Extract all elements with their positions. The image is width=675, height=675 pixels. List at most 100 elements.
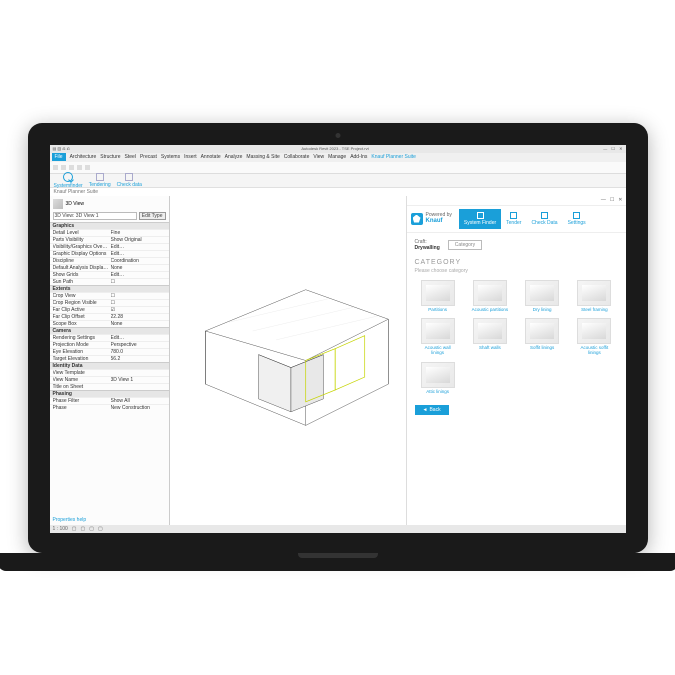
- property-value[interactable]: 56.2: [111, 356, 166, 362]
- property-value[interactable]: Edit…: [111, 272, 166, 278]
- menu-systems[interactable]: Systems: [161, 154, 180, 160]
- property-row[interactable]: Show GridsEdit…: [50, 271, 169, 278]
- status-icon[interactable]: ▢: [81, 526, 86, 532]
- property-value[interactable]: Coordination: [111, 258, 166, 264]
- property-row[interactable]: Target Elevation56.2: [50, 355, 169, 362]
- menu-knauf[interactable]: Knauf Planner Suite: [371, 154, 415, 160]
- property-value[interactable]: 22.28: [111, 314, 166, 320]
- property-row[interactable]: Eye Elevation780.0: [50, 348, 169, 355]
- property-row[interactable]: Far Clip Active☑: [50, 306, 169, 313]
- status-icon[interactable]: ▢: [89, 526, 94, 532]
- property-row[interactable]: Phase FilterShow All: [50, 397, 169, 404]
- property-value[interactable]: 3D View 1: [111, 377, 166, 383]
- tab-system-finder[interactable]: System Finder: [459, 209, 501, 229]
- property-value[interactable]: ☐: [111, 279, 166, 285]
- property-row[interactable]: Detail LevelFine: [50, 229, 169, 236]
- tab-check-data[interactable]: Check Data: [526, 209, 562, 229]
- property-value[interactable]: Edit…: [111, 244, 166, 250]
- category-item[interactable]: Acoustic wall linings: [415, 318, 461, 356]
- category-item[interactable]: Acoustic partitions: [467, 280, 513, 313]
- tendering-icon[interactable]: [96, 173, 104, 181]
- property-value[interactable]: Perspective: [111, 342, 166, 348]
- property-section[interactable]: Identity Data: [50, 362, 169, 369]
- property-row[interactable]: Crop Region Visible☐: [50, 299, 169, 306]
- property-value[interactable]: New Construction: [111, 405, 166, 411]
- property-row[interactable]: Crop View☐: [50, 292, 169, 299]
- property-row[interactable]: View Template: [50, 369, 169, 376]
- property-value[interactable]: Edit…: [111, 251, 166, 257]
- category-item[interactable]: Acoustic soffit linings: [571, 318, 617, 356]
- property-row[interactable]: Scope BoxNone: [50, 320, 169, 327]
- plugin-minimize-button[interactable]: —: [601, 197, 606, 203]
- property-value[interactable]: Edit…: [111, 335, 166, 341]
- properties-help-link[interactable]: Properties help: [50, 515, 169, 525]
- property-section[interactable]: Extents: [50, 285, 169, 292]
- properties-list[interactable]: GraphicsDetail LevelFineParts Visibility…: [50, 222, 169, 515]
- property-row[interactable]: DisciplineCoordination: [50, 257, 169, 264]
- property-section[interactable]: Graphics: [50, 222, 169, 229]
- ribbon-icon[interactable]: [85, 165, 90, 170]
- property-row[interactable]: Parts VisibilityShow Original: [50, 236, 169, 243]
- edit-type-button[interactable]: Edit Type: [139, 212, 166, 220]
- menu-collaborate[interactable]: Collaborate: [284, 154, 310, 160]
- menu-manage[interactable]: Manage: [328, 154, 346, 160]
- status-icon[interactable]: ▢: [98, 526, 103, 532]
- property-value[interactable]: Fine: [111, 230, 166, 236]
- ribbon-icon[interactable]: [53, 165, 58, 170]
- property-row[interactable]: Far Clip Offset22.28: [50, 313, 169, 320]
- menu-file[interactable]: File: [52, 153, 66, 161]
- ribbon-icon[interactable]: [77, 165, 82, 170]
- category-item[interactable]: Steel framing: [571, 280, 617, 313]
- property-section[interactable]: Camera: [50, 327, 169, 334]
- property-value[interactable]: None: [111, 265, 166, 271]
- status-icon[interactable]: ▢: [72, 526, 77, 532]
- property-row[interactable]: View Name3D View 1: [50, 376, 169, 383]
- menu-massing[interactable]: Massing & Site: [246, 154, 279, 160]
- property-value[interactable]: ☐: [111, 300, 166, 306]
- property-value[interactable]: Show Original: [111, 237, 166, 243]
- property-row[interactable]: Graphic Display OptionsEdit…: [50, 250, 169, 257]
- menu-analyze[interactable]: Analyze: [225, 154, 243, 160]
- tab-settings[interactable]: Settings: [563, 209, 591, 229]
- menu-steel[interactable]: Steel: [125, 154, 136, 160]
- property-value[interactable]: 780.0: [111, 349, 166, 355]
- property-row[interactable]: PhaseNew Construction: [50, 404, 169, 411]
- type-dropdown[interactable]: 3D View: 3D View 1: [53, 212, 137, 220]
- category-item[interactable]: Dry lining: [519, 280, 565, 313]
- ribbon-icon[interactable]: [61, 165, 66, 170]
- close-button[interactable]: ✕: [619, 146, 622, 151]
- property-row[interactable]: Rendering SettingsEdit…: [50, 334, 169, 341]
- systemfinder-icon[interactable]: [63, 172, 73, 182]
- scale-label[interactable]: 1 : 100: [53, 526, 68, 532]
- property-row[interactable]: Sun Path☐: [50, 278, 169, 285]
- property-section[interactable]: Phasing: [50, 390, 169, 397]
- category-item[interactable]: Partitions: [415, 280, 461, 313]
- minimize-button[interactable]: —: [603, 146, 607, 151]
- property-value[interactable]: [111, 370, 166, 376]
- menu-structure[interactable]: Structure: [100, 154, 120, 160]
- menu-addins[interactable]: Add-Ins: [350, 154, 367, 160]
- property-value[interactable]: None: [111, 321, 166, 327]
- plugin-maximize-button[interactable]: ☐: [610, 197, 614, 203]
- menu-view[interactable]: View: [313, 154, 324, 160]
- plugin-close-button[interactable]: ✕: [618, 197, 622, 203]
- property-row[interactable]: Projection ModePerspective: [50, 341, 169, 348]
- property-row[interactable]: Default Analysis Displa…None: [50, 264, 169, 271]
- property-value[interactable]: Show All: [111, 398, 166, 404]
- property-row[interactable]: Title on Sheet: [50, 383, 169, 390]
- category-item[interactable]: Soffit linings: [519, 318, 565, 356]
- property-value[interactable]: ☑: [111, 307, 166, 313]
- menu-annotate[interactable]: Annotate: [201, 154, 221, 160]
- property-row[interactable]: Visibility/Graphics Ove…Edit…: [50, 243, 169, 250]
- category-item[interactable]: Attic linings: [415, 362, 461, 395]
- viewport-3d[interactable]: [170, 196, 406, 525]
- back-button[interactable]: ◄ Back: [415, 405, 449, 415]
- menu-architecture[interactable]: Architecture: [70, 154, 97, 160]
- checkdata-icon[interactable]: [125, 173, 133, 181]
- category-select[interactable]: Category: [448, 240, 482, 250]
- menu-precast[interactable]: Precast: [140, 154, 157, 160]
- category-item[interactable]: Shaft walls: [467, 318, 513, 356]
- property-value[interactable]: ☐: [111, 293, 166, 299]
- tab-tender[interactable]: Tender: [501, 209, 526, 229]
- menu-insert[interactable]: Insert: [184, 154, 197, 160]
